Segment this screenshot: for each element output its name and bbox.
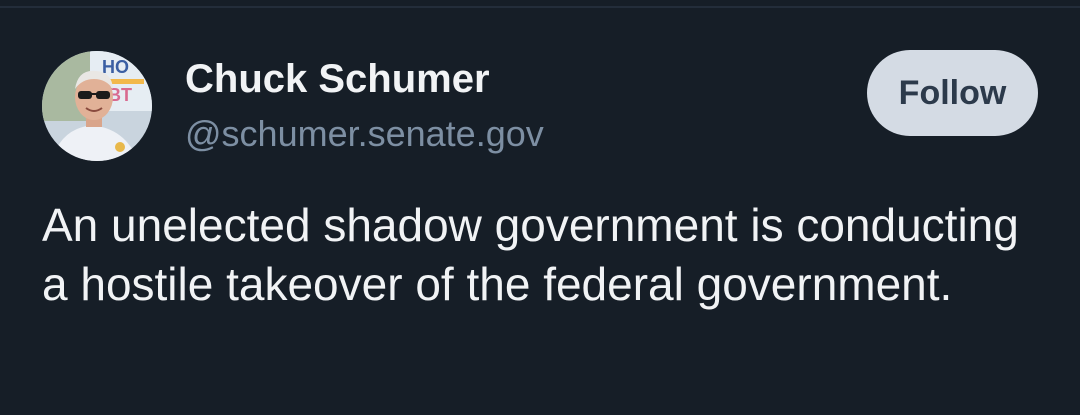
author-name[interactable]: Chuck Schumer xyxy=(185,54,490,104)
svg-text:HO: HO xyxy=(102,57,129,77)
follow-button[interactable]: Follow xyxy=(867,50,1038,136)
avatar-photo-icon: HO BT xyxy=(42,51,152,161)
post-card: HO BT Chuck Schumer @schumer.senate.gov … xyxy=(0,0,1080,415)
avatar[interactable]: HO BT xyxy=(42,51,152,161)
divider xyxy=(0,6,1080,8)
post-text: An unelected shadow government is conduc… xyxy=(42,199,1019,310)
author-handle[interactable]: @schumer.senate.gov xyxy=(185,111,544,157)
